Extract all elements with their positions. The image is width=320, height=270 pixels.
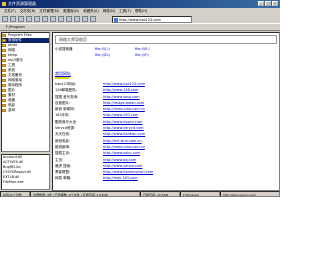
folder-icon bbox=[2, 109, 6, 112]
table-cell bbox=[55, 52, 95, 58]
copy-icon[interactable] bbox=[74, 16, 80, 22]
file-item[interactable]: FileMan.exe bbox=[3, 180, 49, 185]
folder-icon bbox=[2, 84, 6, 87]
folder-icon bbox=[2, 39, 6, 42]
folder-icon bbox=[2, 94, 6, 97]
drive-link[interactable]: file:///D:/ bbox=[95, 52, 135, 58]
favorites-icon[interactable] bbox=[58, 16, 64, 22]
title-bar: 文件资源管理器 _ □ × bbox=[0, 0, 280, 8]
search-icon[interactable] bbox=[50, 16, 56, 22]
status-selection: 全部数量: 3件 | 已选择数: 0个文件 | 可用空间: 1.53GB bbox=[30, 191, 140, 197]
globe-icon bbox=[114, 18, 118, 22]
address-input[interactable]: http://www.hao123.com bbox=[119, 18, 161, 22]
menu-folder[interactable]: 文件夹(B) bbox=[20, 8, 36, 15]
app-window: 文件资源管理器 _ □ × 文件(F) 文件夹(B) 文件管理(M) 数据库(D… bbox=[0, 0, 280, 197]
file-list[interactable]: account.dll ACTIVEX.dll BugRD.inc CYSYSR… bbox=[1, 154, 50, 190]
menu-database[interactable]: 数据库(D) bbox=[63, 8, 79, 15]
folder-icon bbox=[2, 69, 6, 72]
minimize-button[interactable]: _ bbox=[258, 1, 264, 6]
tree-item[interactable]: 游戏 bbox=[2, 108, 49, 113]
list-item: 网易 邮箱: http://mail.163.com bbox=[55, 175, 279, 181]
folder-icon bbox=[2, 104, 6, 107]
path-bar[interactable]: F:\Program bbox=[0, 24, 280, 31]
site-name: 网易 邮箱: bbox=[55, 176, 72, 181]
status-space: 已用空间: 10.5GB bbox=[140, 191, 180, 197]
folder-icon bbox=[2, 99, 6, 102]
status-link[interactable]: http://bbs.ngsun.com/ bbox=[220, 191, 280, 197]
up-icon[interactable] bbox=[18, 16, 24, 22]
folder-icon bbox=[2, 54, 6, 57]
menu-favorites[interactable]: 收藏夹(A) bbox=[83, 8, 99, 15]
menu-file-manage[interactable]: 文件管理(M) bbox=[39, 8, 59, 15]
folder-icon bbox=[2, 64, 6, 67]
folder-icon bbox=[2, 34, 6, 37]
folder-icon bbox=[2, 89, 6, 92]
maximize-button[interactable]: □ bbox=[265, 1, 271, 6]
highlight-mark bbox=[55, 77, 69, 79]
refresh-icon[interactable] bbox=[34, 16, 40, 22]
menu-bar: 文件(F) 文件夹(B) 文件管理(M) 数据库(D) 收藏夹(A) 网络(N)… bbox=[0, 8, 280, 15]
site-list: hao123网址: http://www.hao123.com 126邮箱登陆: h… bbox=[55, 81, 279, 182]
folder-icon bbox=[2, 74, 6, 77]
menu-help[interactable]: 帮助(H) bbox=[135, 8, 147, 15]
drive-link-table: 小说搜索器 file:///C:/ file:///E:/ file:///D:… bbox=[55, 46, 277, 58]
table-row: file:///D:/ file:///F:/ bbox=[55, 52, 277, 58]
site-link[interactable]: http://mail.163.com bbox=[103, 175, 138, 181]
app-icon bbox=[2, 2, 6, 6]
delete-icon[interactable] bbox=[90, 16, 96, 22]
close-button[interactable]: × bbox=[272, 1, 278, 6]
folder-icon bbox=[2, 49, 6, 52]
folder-icon bbox=[2, 44, 6, 47]
menu-tools[interactable]: 工具(T) bbox=[119, 8, 131, 15]
home-icon[interactable] bbox=[42, 16, 48, 22]
stop-icon[interactable] bbox=[26, 16, 32, 22]
folder-tree[interactable]: Program Files 常用软件 other 网络 temp mp3音乐 工… bbox=[1, 32, 50, 152]
paste-icon[interactable] bbox=[82, 16, 88, 22]
page-header: 网络大师导航页 bbox=[55, 35, 277, 44]
menu-network[interactable]: 网络(N) bbox=[103, 8, 115, 15]
status-bar: 共有15个对象 全部数量: 3件 | 已选择数: 0个文件 | 可用空间: 1.… bbox=[0, 191, 280, 197]
tree-item-label: 游戏 bbox=[8, 108, 15, 112]
folder-icon bbox=[2, 79, 6, 82]
drive-link[interactable]: file:///F:/ bbox=[135, 52, 175, 58]
back-icon[interactable] bbox=[2, 16, 8, 22]
forward-icon[interactable] bbox=[10, 16, 16, 22]
history-icon[interactable] bbox=[66, 16, 72, 22]
browser-content: 网络大师导航页 小说搜索器 file:///C:/ file:///E:/ fi… bbox=[52, 32, 280, 191]
menu-file[interactable]: 文件(F) bbox=[4, 8, 16, 15]
status-path: F:\Program bbox=[180, 191, 220, 197]
folder-icon bbox=[2, 59, 6, 62]
address-bar[interactable]: http://www.hao123.com bbox=[112, 16, 192, 23]
window-title: 文件资源管理器 bbox=[8, 1, 36, 6]
status-count: 共有15个对象 bbox=[0, 191, 30, 197]
